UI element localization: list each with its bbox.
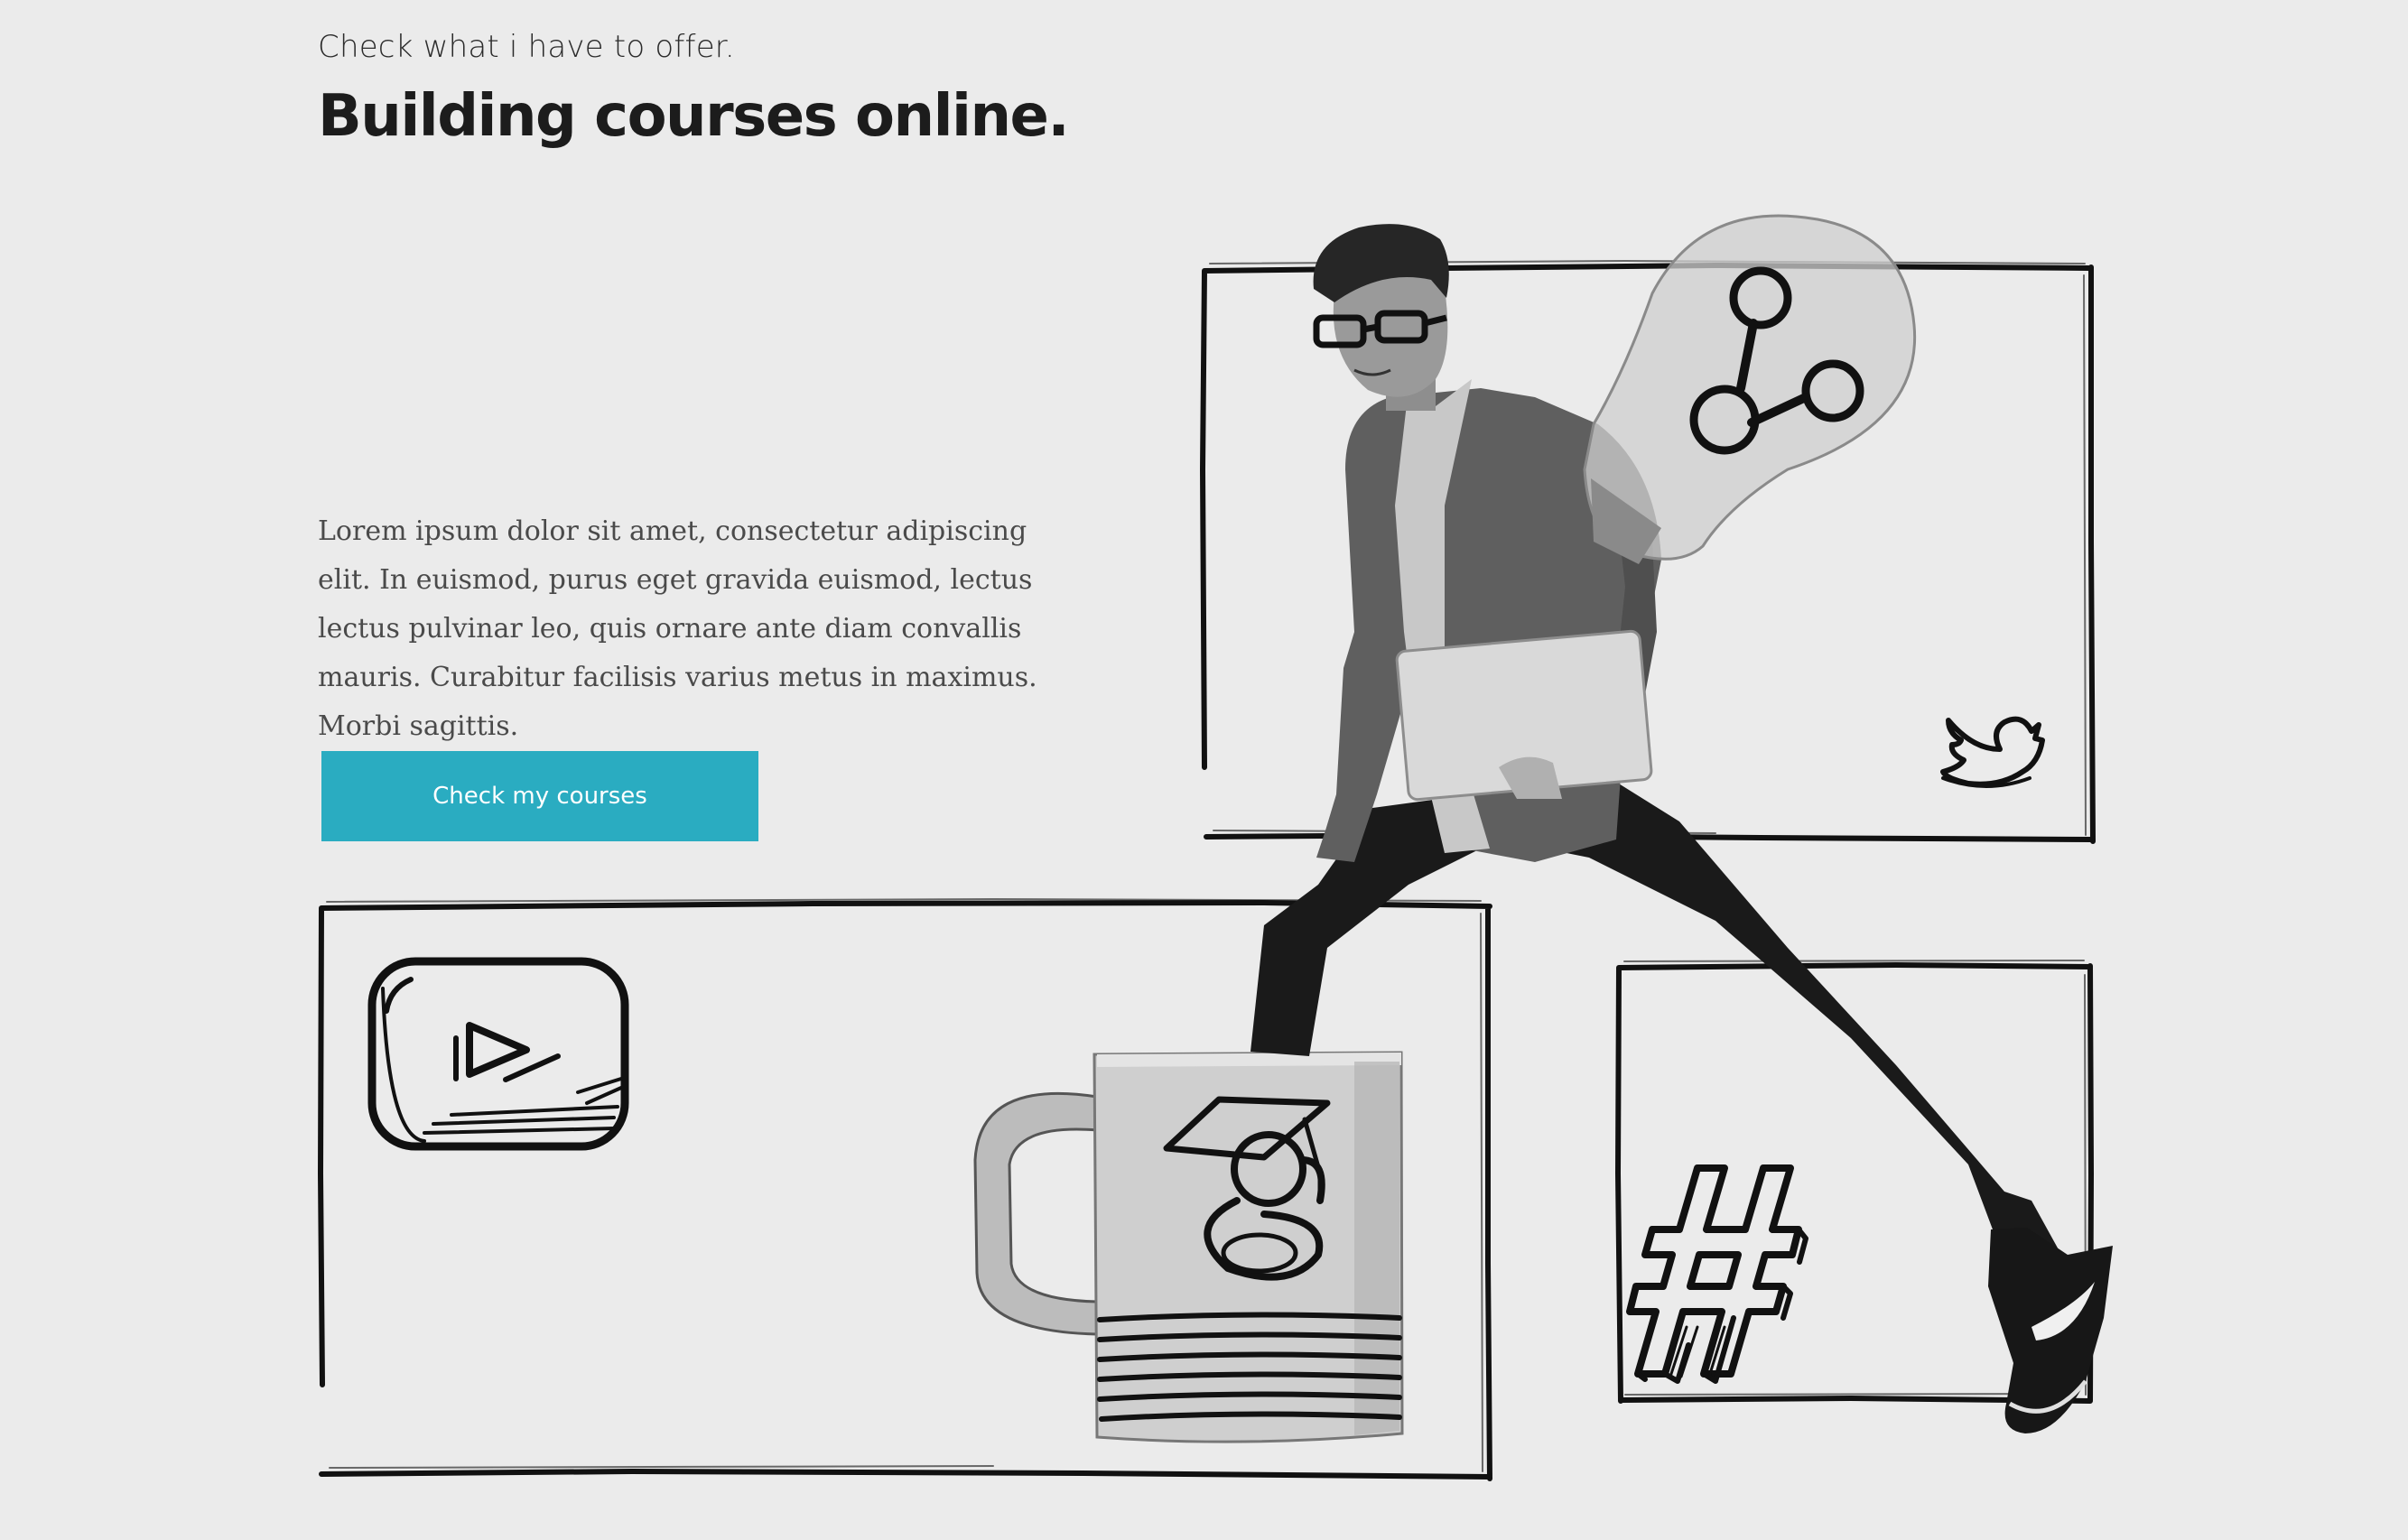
mug-handle: [973, 1091, 1099, 1336]
hashtag-icon: [1626, 1164, 1808, 1384]
coffee-mug: [973, 1051, 1404, 1443]
twitter-bird-icon: [1940, 716, 2045, 788]
youtube-icon: [367, 957, 629, 1151]
hero-illustration: [318, 214, 2113, 1481]
